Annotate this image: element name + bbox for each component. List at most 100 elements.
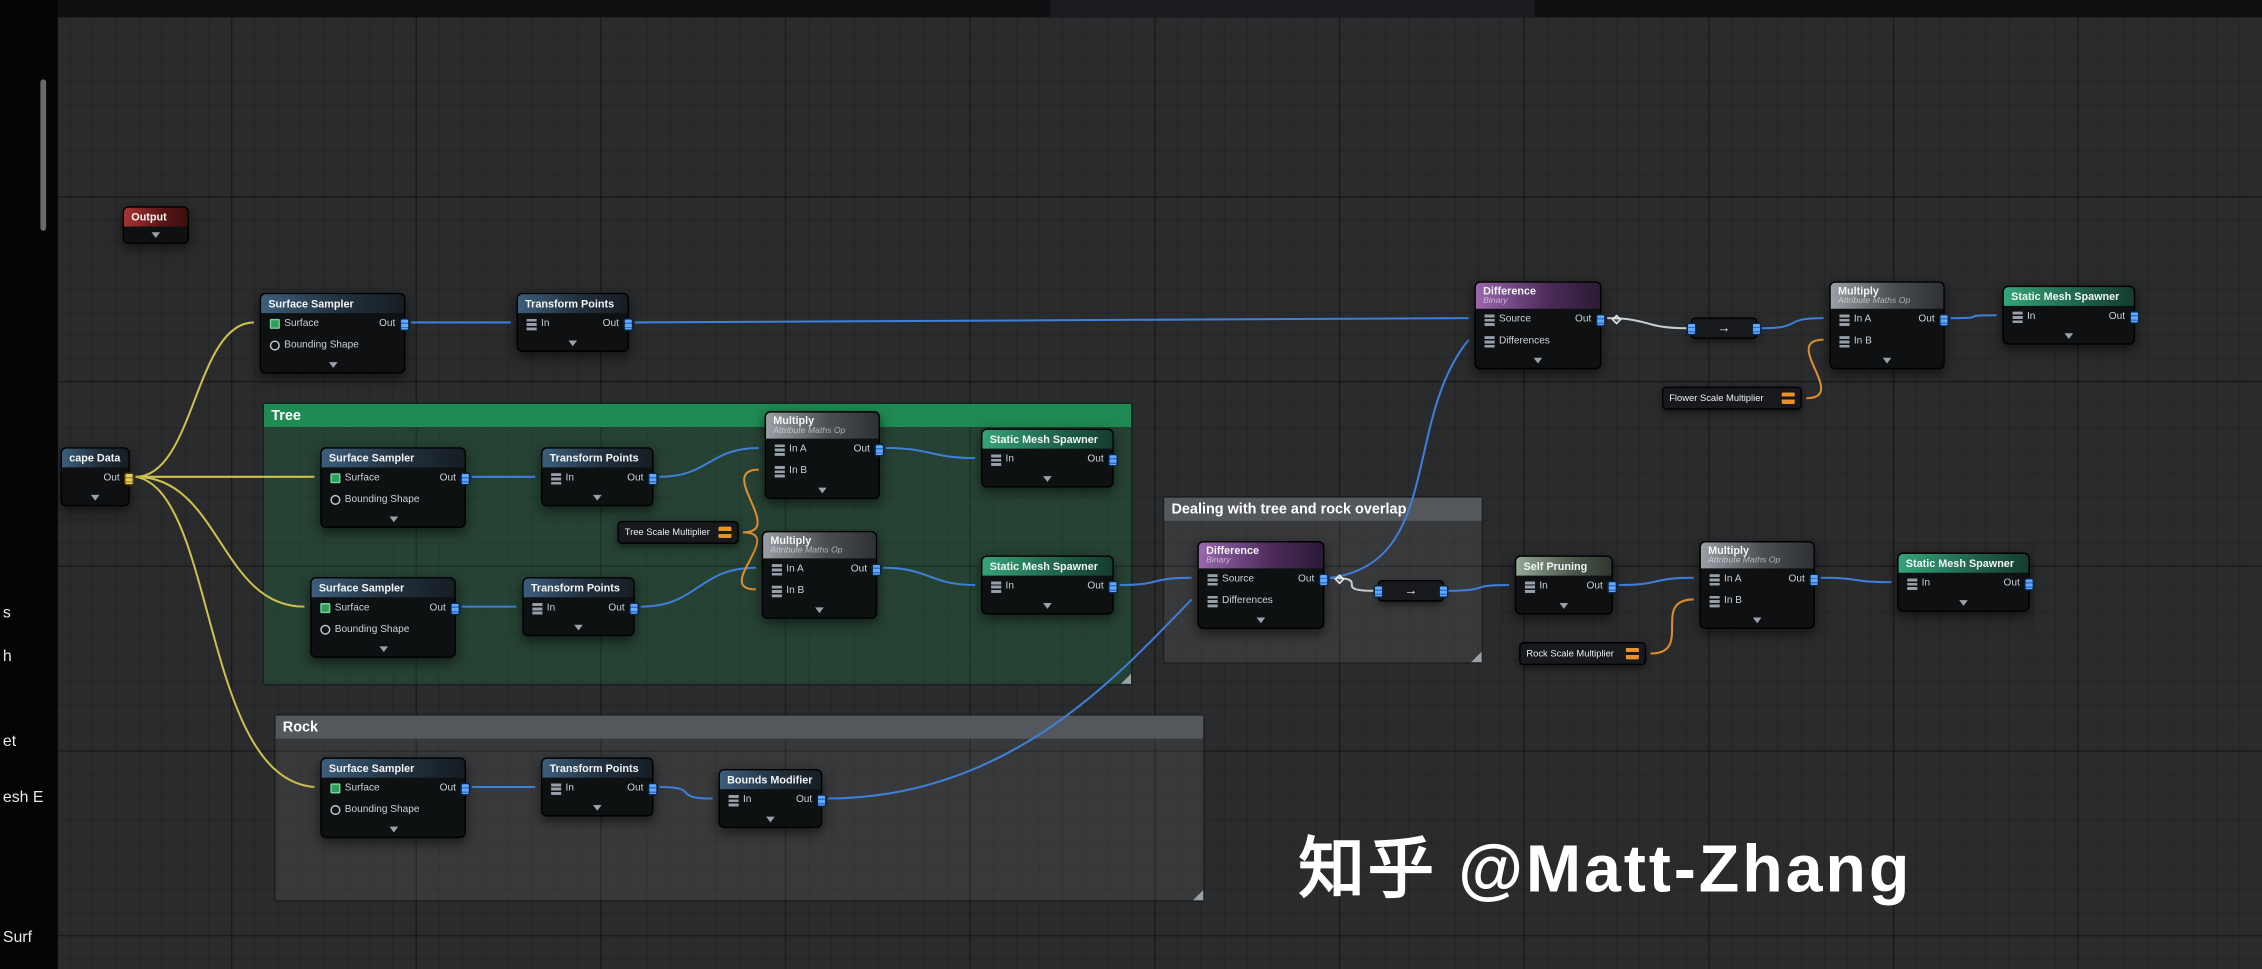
cube-icon[interactable] xyxy=(320,603,331,614)
ring-icon[interactable] xyxy=(330,494,341,505)
node-header[interactable]: Static Mesh Spawner xyxy=(1898,553,2029,573)
stack-icon[interactable] xyxy=(771,563,782,575)
stack-icon[interactable] xyxy=(1839,335,1850,347)
collapse-button[interactable] xyxy=(524,619,634,635)
node-sms-top[interactable]: Static Mesh Spawner In Out xyxy=(2002,285,2140,345)
stack-icon[interactable] xyxy=(728,794,739,806)
output-pin[interactable] xyxy=(1107,579,1119,593)
ring-icon[interactable] xyxy=(330,805,341,816)
output-pin[interactable] xyxy=(871,562,882,576)
node-filter-overlap[interactable]: → xyxy=(1373,579,1449,602)
node-ss-top[interactable]: Surface Sampler Surface Out Bounding Shape xyxy=(259,292,410,374)
output-pin[interactable] xyxy=(816,793,827,807)
stack-icon[interactable] xyxy=(1709,595,1720,607)
node-pill-flower[interactable]: Flower Scale Multiplier xyxy=(1661,386,1802,410)
node-mult-rock[interactable]: Multiply Attribute Maths Op In A Out In B xyxy=(1699,541,1820,630)
node-tp-top[interactable]: Transform Points In Out xyxy=(516,292,634,353)
ring-icon[interactable] xyxy=(269,340,280,351)
collapse-button[interactable] xyxy=(518,335,628,351)
collapse-button[interactable] xyxy=(1516,597,1611,613)
stack-icon[interactable] xyxy=(551,782,562,795)
stack-icon[interactable] xyxy=(1207,595,1218,607)
collapse-button[interactable] xyxy=(766,482,879,498)
node-sms-tree1[interactable]: Static Mesh Spawner In Out xyxy=(981,428,1119,488)
output-pin[interactable] xyxy=(1751,321,1762,335)
sidebar-item-label[interactable]: h xyxy=(3,648,12,665)
node-header[interactable]: Output xyxy=(124,207,188,227)
node-header[interactable]: Surface Sampler xyxy=(321,758,465,778)
cube-icon[interactable] xyxy=(330,783,341,794)
node-header[interactable]: Static Mesh Spawner xyxy=(2003,287,2134,306)
node-diff-overlap[interactable]: Difference Binary Source Out Differences xyxy=(1197,541,1345,630)
stack-icon[interactable] xyxy=(1709,573,1720,586)
input-pin[interactable] xyxy=(1686,321,1697,335)
node-header[interactable]: Static Mesh Spawner xyxy=(982,429,1113,449)
output-pin[interactable] xyxy=(1607,579,1618,593)
ring-icon[interactable] xyxy=(320,624,331,635)
node-header[interactable]: Difference Binary xyxy=(1475,282,1600,309)
collapse-button[interactable] xyxy=(1831,352,1944,368)
collapse-button[interactable] xyxy=(542,489,652,505)
stack-icon[interactable] xyxy=(551,472,562,485)
output-pin[interactable] xyxy=(1809,572,1820,586)
node-landscape-data[interactable]: cape Data Out xyxy=(60,447,135,507)
collapse-button[interactable] xyxy=(982,470,1112,486)
stack-icon[interactable] xyxy=(532,602,543,614)
resize-handle-icon[interactable] xyxy=(1191,888,1204,901)
node-diff-top[interactable]: Difference Binary Source Out Differences xyxy=(1474,281,1622,370)
output-pin[interactable] xyxy=(2024,577,2035,591)
node-output[interactable]: Output xyxy=(122,206,189,244)
node-header[interactable]: Multiply Attribute Maths Op xyxy=(1830,282,1944,309)
node-sms-tree2[interactable]: Static Mesh Spawner In Out xyxy=(981,555,1119,615)
collapse-button[interactable] xyxy=(982,597,1112,613)
comment-header[interactable]: Tree xyxy=(264,403,1132,428)
stack-icon[interactable] xyxy=(774,465,785,477)
collapse-button[interactable] xyxy=(322,511,465,527)
stack-icon[interactable] xyxy=(1484,335,1495,347)
node-self-pruning[interactable]: Self Pruning In Out xyxy=(1514,555,1618,615)
sidebar-scrollbar[interactable] xyxy=(40,79,47,231)
output-pin[interactable] xyxy=(874,442,885,456)
stack-icon[interactable] xyxy=(771,585,782,597)
stack-icon[interactable] xyxy=(1207,573,1218,586)
stack-icon[interactable] xyxy=(2012,310,2023,323)
node-header[interactable]: Transform Points xyxy=(523,578,634,598)
node-sms-rock[interactable]: Static Mesh Spawner In Out xyxy=(1897,552,2035,612)
sidebar-item-label[interactable]: esh E xyxy=(3,789,44,806)
node-header[interactable]: cape Data xyxy=(62,448,129,468)
output-pin[interactable] xyxy=(647,781,658,795)
output-pin[interactable] xyxy=(629,601,640,615)
cube-icon[interactable] xyxy=(330,473,341,484)
stack-icon[interactable] xyxy=(526,318,537,330)
output-pin[interactable] xyxy=(1938,313,1950,327)
resize-handle-icon[interactable] xyxy=(1470,650,1482,663)
node-ss-tree1[interactable]: Surface Sampler Surface Out Bounding Shape xyxy=(320,447,471,529)
stack-icon[interactable] xyxy=(1484,313,1495,326)
input-pin[interactable] xyxy=(1373,584,1384,598)
cube-icon[interactable] xyxy=(269,318,280,329)
node-ss-tree2[interactable]: Surface Sampler Surface Out Bounding Shape xyxy=(310,577,461,658)
sidebar-item-label[interactable]: et xyxy=(3,733,16,750)
node-header[interactable]: Multiply Attribute Maths Op xyxy=(763,532,876,559)
output-pin[interactable] xyxy=(460,781,471,795)
node-header[interactable]: Transform Points xyxy=(542,448,653,468)
node-header[interactable]: Surface Sampler xyxy=(321,448,465,468)
node-tp-tree2[interactable]: Transform Points In Out xyxy=(522,577,640,637)
node-mult-tree1[interactable]: Multiply Attribute Maths Op In A Out In B xyxy=(764,411,885,500)
stack-icon[interactable] xyxy=(991,453,1002,466)
node-header[interactable]: Difference Binary xyxy=(1198,542,1323,569)
node-header[interactable]: Transform Points xyxy=(517,294,628,314)
collapse-button[interactable] xyxy=(312,641,455,657)
node-mult-tree2[interactable]: Multiply Attribute Maths Op In A Out In B xyxy=(761,530,882,619)
node-header[interactable]: Self Pruning xyxy=(1516,556,1612,576)
collapse-button[interactable] xyxy=(1199,612,1323,628)
stack-icon[interactable] xyxy=(991,580,1002,593)
comment-header[interactable]: Dealing with tree and rock overlap xyxy=(1164,497,1482,521)
node-header[interactable]: Surface Sampler xyxy=(311,578,455,598)
node-mult-top[interactable]: Multiply Attribute Maths Op In A Out In B xyxy=(1829,281,1950,370)
collapse-button[interactable] xyxy=(2004,327,2134,343)
output-pin[interactable] xyxy=(1438,584,1449,598)
collapse-button[interactable] xyxy=(124,227,187,243)
node-filter-top[interactable]: → xyxy=(1686,317,1762,340)
stack-icon[interactable] xyxy=(1524,580,1536,593)
